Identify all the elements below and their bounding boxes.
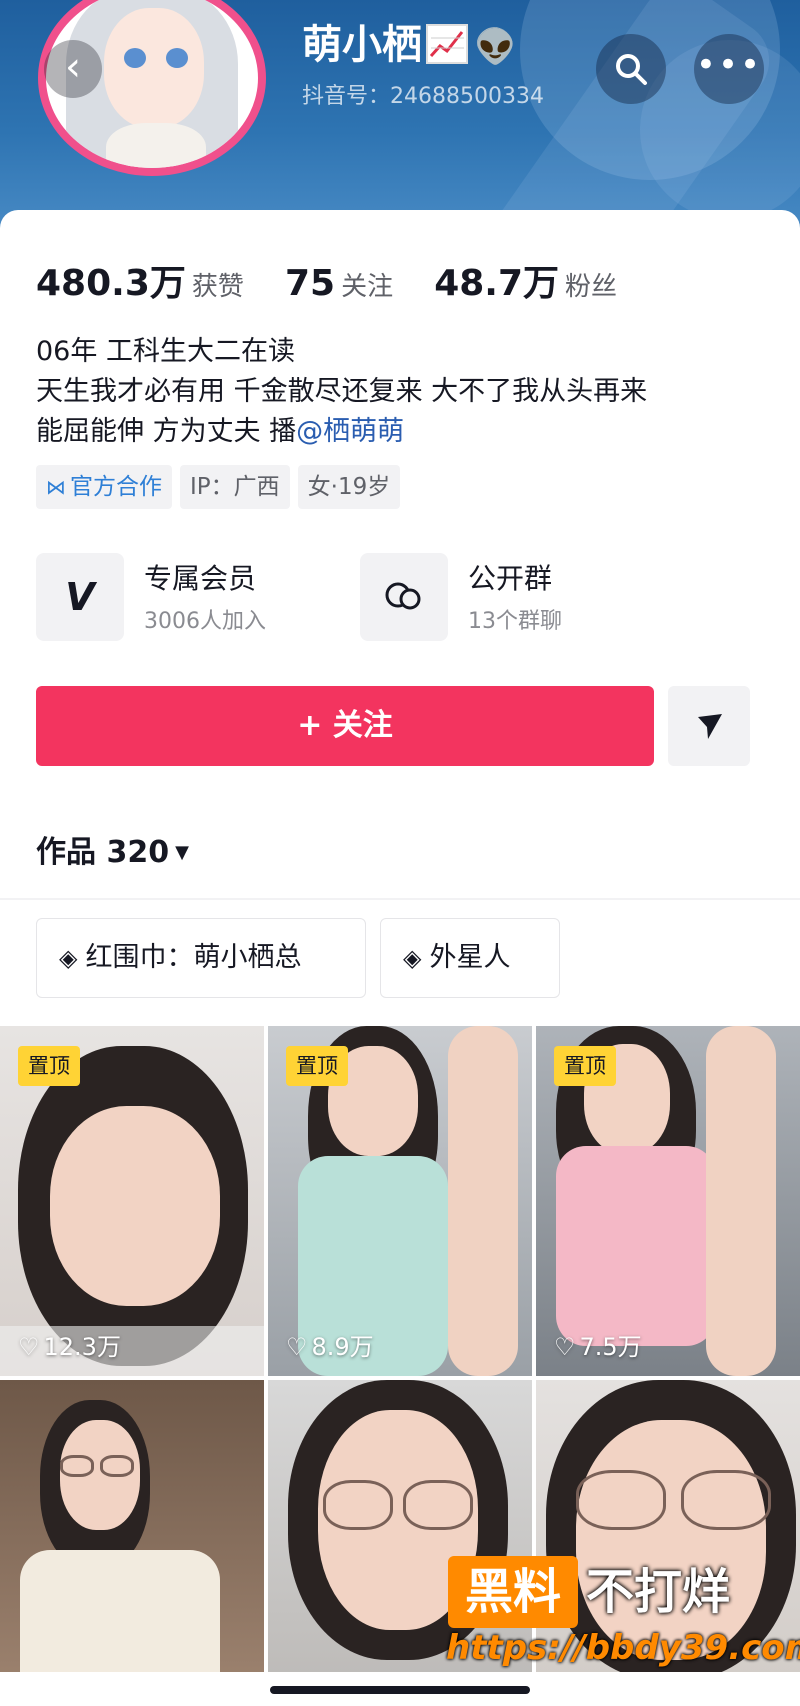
layers-icon: ◈ <box>59 944 78 972</box>
ip-location-tag: IP：广西 <box>180 465 290 509</box>
tab-works[interactable]: 作品 320 ▼ <box>36 827 189 871</box>
pinned-badge: 置顶 <box>286 1046 348 1086</box>
profile-header: ‹ 萌小栖 👽 抖音号：24688500334 ••• <box>0 0 800 240</box>
pinned-badge: 置顶 <box>554 1046 616 1086</box>
stat-likes[interactable]: 480.3万 获赞 <box>36 254 244 306</box>
chart-increasing-icon <box>426 24 468 64</box>
cooperation-icon: ⋈ <box>46 475 66 499</box>
douyin-id[interactable]: 抖音号：24688500334 <box>302 78 544 110</box>
gender-age-tag: 女·19岁 <box>297 465 401 509</box>
official-cooperation-tag[interactable]: ⋈ 官方合作 <box>36 465 172 509</box>
share-icon <box>698 714 722 739</box>
group-subtitle: 13个群聊 <box>468 609 562 634</box>
bio-line: 能屈能伸 方为丈夫 播@栖萌萌 <box>36 416 405 447</box>
caret-down-icon: ▼ <box>175 842 189 863</box>
stats-row: 480.3万 获赞 75 关注 48.7万 粉丝 <box>36 254 653 306</box>
share-button[interactable] <box>668 686 750 766</box>
alien-icon: 👽 <box>474 27 517 67</box>
heart-icon: ♡ <box>554 1333 576 1361</box>
stat-followers[interactable]: 48.7万 粉丝 <box>434 254 617 306</box>
back-button[interactable]: ‹ <box>44 40 102 98</box>
mention-link[interactable]: @栖萌萌 <box>296 416 404 447</box>
vip-title: 专属会员 <box>144 562 257 595</box>
collection-chip[interactable]: ◈ 外星人 <box>380 918 560 998</box>
collection-chip[interactable]: ◈ 红围巾：萌小栖总 <box>36 918 366 998</box>
bio: 06年 工科生大二在读 天生我才必有用 千金散尽还复来 大不了我从头再来 能屈能… <box>36 332 647 452</box>
divider <box>0 898 800 900</box>
vip-icon: V <box>36 553 124 641</box>
pinned-badge: 置顶 <box>18 1046 80 1086</box>
nickname-row: 萌小栖 👽 <box>302 12 516 70</box>
profile-tags: ⋈ 官方合作 IP：广西 女·19岁 <box>36 465 408 509</box>
video-thumbnail[interactable] <box>0 1380 264 1706</box>
heart-icon: ♡ <box>18 1333 40 1361</box>
search-button[interactable] <box>596 34 666 104</box>
like-count: ♡ 8.9万 <box>286 1333 374 1361</box>
video-thumbnail[interactable]: 置顶 ♡ 12.3万 <box>0 1026 264 1376</box>
nickname: 萌小栖 <box>302 22 422 68</box>
video-thumbnail[interactable]: 置顶 ♡ 8.9万 <box>268 1026 532 1376</box>
like-count: ♡ 12.3万 <box>18 1333 121 1361</box>
back-icon: ‹ <box>65 44 81 90</box>
chat-bubbles-icon <box>360 553 448 641</box>
vip-subtitle: 3006人加入 <box>144 609 266 634</box>
group-title: 公开群 <box>468 562 553 595</box>
follow-button[interactable]: + 关注 <box>36 686 654 766</box>
video-thumbnail[interactable]: 置顶 ♡ 7.5万 <box>536 1026 800 1376</box>
stat-following[interactable]: 75 关注 <box>285 263 393 304</box>
bio-line: 天生我才必有用 千金散尽还复来 大不了我从头再来 <box>36 376 648 407</box>
layers-icon: ◈ <box>403 944 422 972</box>
watermark-url: https://bbdy39.com <box>446 1628 800 1668</box>
watermark-logo: 黑料 <box>448 1556 578 1628</box>
bio-line: 06年 工科生大二在读 <box>36 336 295 367</box>
more-icon: ••• <box>695 45 763 85</box>
like-count: ♡ 7.5万 <box>554 1333 642 1361</box>
home-indicator[interactable] <box>270 1686 530 1694</box>
heart-icon: ♡ <box>286 1333 308 1361</box>
more-button[interactable]: ••• <box>694 34 764 104</box>
search-icon <box>616 54 647 85</box>
watermark-text: 不打烊 <box>586 1564 731 1620</box>
